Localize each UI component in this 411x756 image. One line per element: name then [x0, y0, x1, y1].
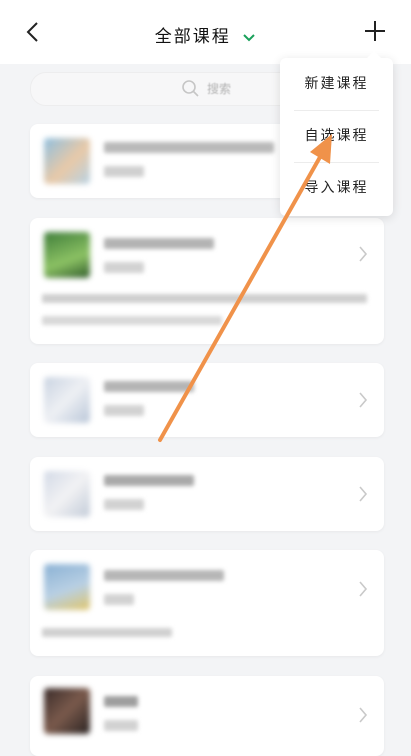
course-desc-blurred: [42, 628, 172, 637]
menu-item-new-course[interactable]: 新建课程: [280, 58, 393, 110]
course-card[interactable]: [30, 457, 384, 531]
search-placeholder: 搜索: [207, 82, 232, 96]
course-title-blurred: [104, 696, 138, 707]
course-meta-blurred: [104, 166, 144, 177]
course-card[interactable]: [30, 550, 384, 656]
course-desc-blurred: [42, 316, 222, 325]
course-meta-blurred: [104, 720, 138, 731]
course-thumbnail: [44, 471, 90, 517]
course-title-blurred: [104, 238, 214, 249]
course-meta-blurred: [104, 499, 144, 510]
course-thumbnail: [44, 564, 90, 610]
course-title-blurred: [104, 570, 224, 581]
course-card[interactable]: [30, 363, 384, 437]
chevron-right-icon[interactable]: [358, 245, 368, 263]
chevron-right-icon[interactable]: [358, 391, 368, 409]
course-meta-blurred: [104, 594, 134, 605]
course-card[interactable]: [30, 218, 384, 344]
page-title[interactable]: 全部课程: [0, 22, 411, 47]
add-course-menu: 新建课程 自选课程 导入课程: [280, 51, 393, 216]
chevron-right-icon[interactable]: [358, 580, 368, 598]
course-title-blurred: [104, 381, 194, 392]
menu-item-import-course[interactable]: 导入课程: [280, 162, 393, 214]
course-meta-blurred: [104, 262, 144, 273]
course-thumbnail: [44, 688, 90, 734]
course-thumbnail: [44, 138, 90, 184]
course-thumbnail: [44, 232, 90, 278]
course-desc-blurred: [42, 294, 367, 303]
search-icon: [182, 80, 199, 97]
menu-item-select-course[interactable]: 自选课程: [280, 110, 393, 162]
course-meta-blurred: [104, 405, 144, 416]
top-bar: 全部课程: [0, 0, 411, 64]
chevron-down-icon[interactable]: [242, 33, 256, 43]
course-title-blurred: [104, 475, 194, 486]
plus-icon[interactable]: [364, 20, 386, 42]
course-title-blurred: [104, 142, 274, 153]
course-card[interactable]: [30, 676, 384, 756]
course-thumbnail: [44, 377, 90, 423]
chevron-right-icon[interactable]: [358, 706, 368, 724]
page-title-label: 全部课程: [154, 27, 231, 47]
chevron-right-icon[interactable]: [358, 485, 368, 503]
